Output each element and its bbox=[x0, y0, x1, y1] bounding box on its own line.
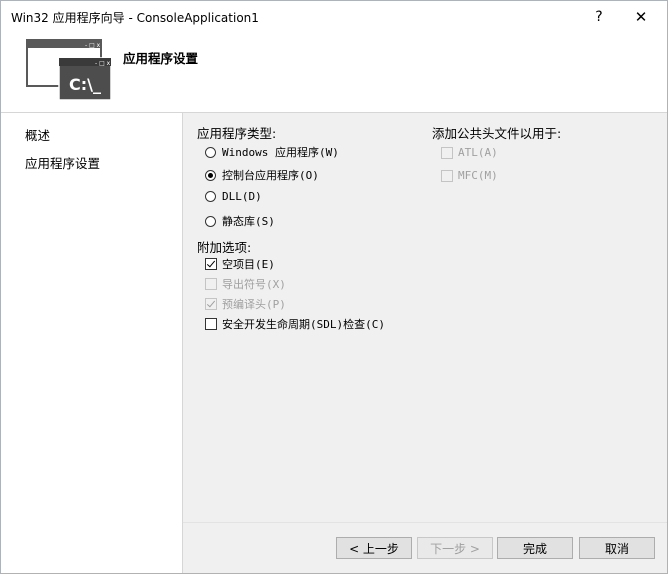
close-button[interactable]: ✕ bbox=[621, 3, 661, 31]
checkbox-disabled bbox=[205, 278, 217, 290]
svg-text:- □ x: - □ x bbox=[95, 60, 111, 67]
extra-options-label: 附加选项: bbox=[197, 240, 252, 255]
checkbox-mfc: MFC(M) bbox=[441, 169, 498, 182]
sidebar-divider bbox=[182, 113, 183, 573]
radio-console-app[interactable]: 控制台应用程序(O) bbox=[205, 167, 319, 183]
radio-dll[interactable]: DLL(D) bbox=[205, 190, 262, 203]
page-title: 应用程序设置 bbox=[123, 51, 199, 66]
sidebar-item-app-settings[interactable]: 应用程序设置 bbox=[25, 153, 100, 172]
radio-static-lib[interactable]: 静态库(S) bbox=[205, 213, 275, 229]
console-prompt-text: C:\_ bbox=[69, 75, 101, 94]
checkbox-unchecked[interactable] bbox=[205, 318, 217, 330]
footer-divider bbox=[183, 522, 667, 523]
finish-button[interactable]: 完成 bbox=[497, 537, 573, 559]
radio-windows-app[interactable]: Windows 应用程序(W) bbox=[205, 144, 339, 160]
checkbox-label: 安全开发生命周期(SDL)检查(C) bbox=[222, 318, 385, 331]
checkbox-checked[interactable] bbox=[205, 258, 217, 270]
checkbox-label: ATL(A) bbox=[458, 146, 498, 159]
checkbox-atl: ATL(A) bbox=[441, 146, 498, 159]
title-bar: Win32 应用程序向导 - ConsoleApplication1 ? ✕ bbox=[1, 1, 667, 32]
header-banner: - □ x - □ x C:\_ 应用程序设置 bbox=[1, 32, 667, 112]
checkbox-label: MFC(M) bbox=[458, 169, 498, 182]
checkbox-sdl-checks[interactable]: 安全开发生命周期(SDL)检查(C) bbox=[205, 316, 385, 332]
radio-circle[interactable] bbox=[205, 146, 216, 158]
checkbox-precompiled-header: 预编译头(P) bbox=[205, 296, 286, 312]
checkbox-label: 预编译头(P) bbox=[222, 298, 286, 311]
cancel-button[interactable]: 取消 bbox=[579, 537, 655, 559]
checkbox-empty-project[interactable]: 空项目(E) bbox=[205, 256, 275, 272]
checkbox-disabled bbox=[441, 169, 453, 182]
radio-label: DLL(D) bbox=[222, 190, 262, 203]
checkbox-label: 空项目(E) bbox=[222, 258, 275, 271]
radio-circle-selected[interactable] bbox=[205, 169, 216, 181]
radio-circle[interactable] bbox=[205, 215, 216, 227]
wizard-window: Win32 应用程序向导 - ConsoleApplication1 ? ✕ -… bbox=[0, 0, 668, 574]
common-headers-label: 添加公共头文件以用于: bbox=[432, 126, 562, 141]
svg-text:- □ x: - □ x bbox=[85, 42, 101, 49]
checkbox-disabled-checked bbox=[205, 298, 217, 310]
checkbox-label: 导出符号(X) bbox=[222, 278, 286, 291]
checkbox-disabled bbox=[441, 146, 453, 159]
sidebar-item-overview[interactable]: 概述 bbox=[25, 125, 50, 144]
next-button: 下一步 > bbox=[417, 537, 493, 559]
console-app-icon: - □ x - □ x C:\_ bbox=[26, 39, 112, 101]
radio-label: 静态库(S) bbox=[222, 215, 275, 228]
prev-button[interactable]: < 上一步 bbox=[336, 537, 412, 559]
app-type-label: 应用程序类型: bbox=[197, 126, 277, 141]
radio-label: Windows 应用程序(W) bbox=[222, 146, 339, 159]
radio-label: 控制台应用程序(O) bbox=[222, 169, 319, 182]
radio-circle[interactable] bbox=[205, 191, 216, 202]
sidebar: 概述 应用程序设置 bbox=[1, 113, 182, 573]
help-button[interactable]: ? bbox=[579, 3, 619, 31]
window-title: Win32 应用程序向导 - ConsoleApplication1 bbox=[11, 11, 259, 25]
checkbox-export-symbols: 导出符号(X) bbox=[205, 276, 286, 292]
